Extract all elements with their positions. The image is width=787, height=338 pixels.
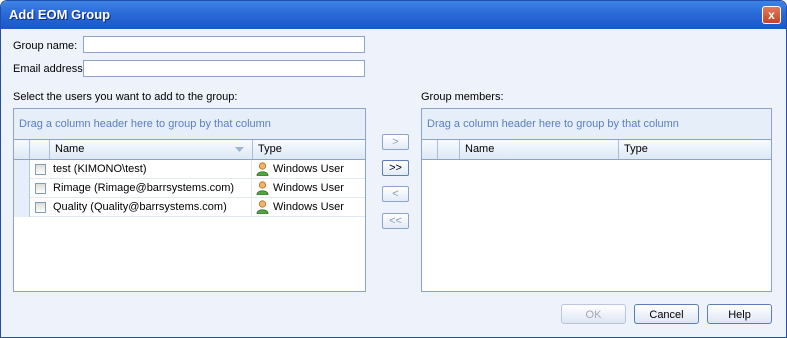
group-name-label: Group name: — [13, 40, 78, 52]
email-address-input[interactable] — [83, 60, 365, 77]
row-indicator[interactable] — [14, 159, 30, 179]
user-name-cell: Quality (Quality@barrsystems.com) — [50, 197, 252, 217]
column-header-name[interactable]: Name — [460, 140, 619, 159]
user-type-cell: Windows User — [252, 198, 344, 217]
grid-header: Name Type — [14, 139, 365, 160]
window-title: Add EOM Group — [9, 7, 111, 22]
user-name-cell: test (KIMONO\test) — [50, 159, 252, 179]
group-members-heading: Group members: — [421, 91, 504, 103]
column-header-type[interactable]: Type — [253, 140, 365, 159]
add-eom-group-dialog: Add EOM Group x Group name: Email addres… — [0, 0, 787, 338]
close-button[interactable]: x — [762, 6, 781, 24]
title-bar[interactable]: Add EOM Group x — [1, 1, 786, 29]
column-header-name[interactable]: Name — [50, 140, 253, 159]
row-indicator-header — [14, 140, 30, 159]
add-all-button[interactable]: >> — [382, 160, 409, 176]
row-checkbox[interactable] — [34, 182, 46, 194]
group-by-panel[interactable]: Drag a column header here to group by th… — [422, 109, 771, 139]
row-checkbox-cell[interactable] — [30, 201, 50, 213]
column-header-type-label: Type — [624, 143, 648, 155]
row-indicator[interactable] — [14, 178, 30, 198]
group-name-input[interactable] — [83, 36, 365, 53]
row-checkbox-cell[interactable] — [30, 182, 50, 194]
group-by-panel[interactable]: Drag a column header here to group by th… — [14, 109, 365, 139]
column-header-type-label: Type — [258, 143, 282, 155]
cancel-button[interactable]: Cancel — [634, 304, 699, 324]
row-checkbox[interactable] — [34, 201, 46, 213]
row-checkbox[interactable] — [34, 163, 46, 175]
table-row[interactable]: test (KIMONO\test) Windows User — [14, 159, 365, 179]
ok-button[interactable]: OK — [561, 304, 626, 324]
column-header-type[interactable]: Type — [619, 140, 771, 159]
email-address-label: Email address: — [13, 63, 86, 75]
user-name-cell: Rimage (Rimage@barrsystems.com) — [50, 178, 252, 198]
user-icon — [256, 181, 269, 195]
user-type-cell: Windows User — [252, 179, 344, 198]
available-users-grid[interactable]: Drag a column header here to group by th… — [13, 108, 366, 292]
user-icon — [256, 200, 269, 214]
row-indicator-header — [422, 140, 438, 159]
checkbox-column-header[interactable] — [30, 140, 50, 159]
user-icon — [256, 162, 269, 176]
user-type-label: Windows User — [273, 163, 344, 175]
checkbox-column-header[interactable] — [438, 140, 460, 159]
add-selected-button[interactable]: > — [382, 134, 409, 150]
sort-descending-icon — [235, 147, 244, 152]
help-button[interactable]: Help — [707, 304, 772, 324]
dialog-body: Group name: Email address: Select the us… — [4, 29, 783, 334]
table-row[interactable]: Quality (Quality@barrsystems.com) Windows… — [14, 197, 365, 217]
remove-selected-button[interactable]: < — [382, 186, 409, 202]
column-header-name-label: Name — [465, 143, 495, 155]
remove-all-button[interactable]: << — [382, 213, 409, 229]
select-users-heading: Select the users you want to add to the … — [13, 91, 238, 103]
table-row[interactable]: Rimage (Rimage@barrsystems.com) Windows U… — [14, 178, 365, 198]
user-type-label: Windows User — [273, 201, 344, 213]
row-indicator[interactable] — [14, 197, 30, 217]
group-members-grid[interactable]: Drag a column header here to group by th… — [421, 108, 772, 292]
user-type-cell: Windows User — [252, 160, 344, 179]
grid-rows: test (KIMONO\test) Windows User Rimage (Ri… — [14, 159, 365, 217]
grid-header: Name Type — [422, 139, 771, 160]
column-header-name-label: Name — [55, 143, 85, 155]
user-type-label: Windows User — [273, 182, 344, 194]
row-checkbox-cell[interactable] — [30, 163, 50, 175]
